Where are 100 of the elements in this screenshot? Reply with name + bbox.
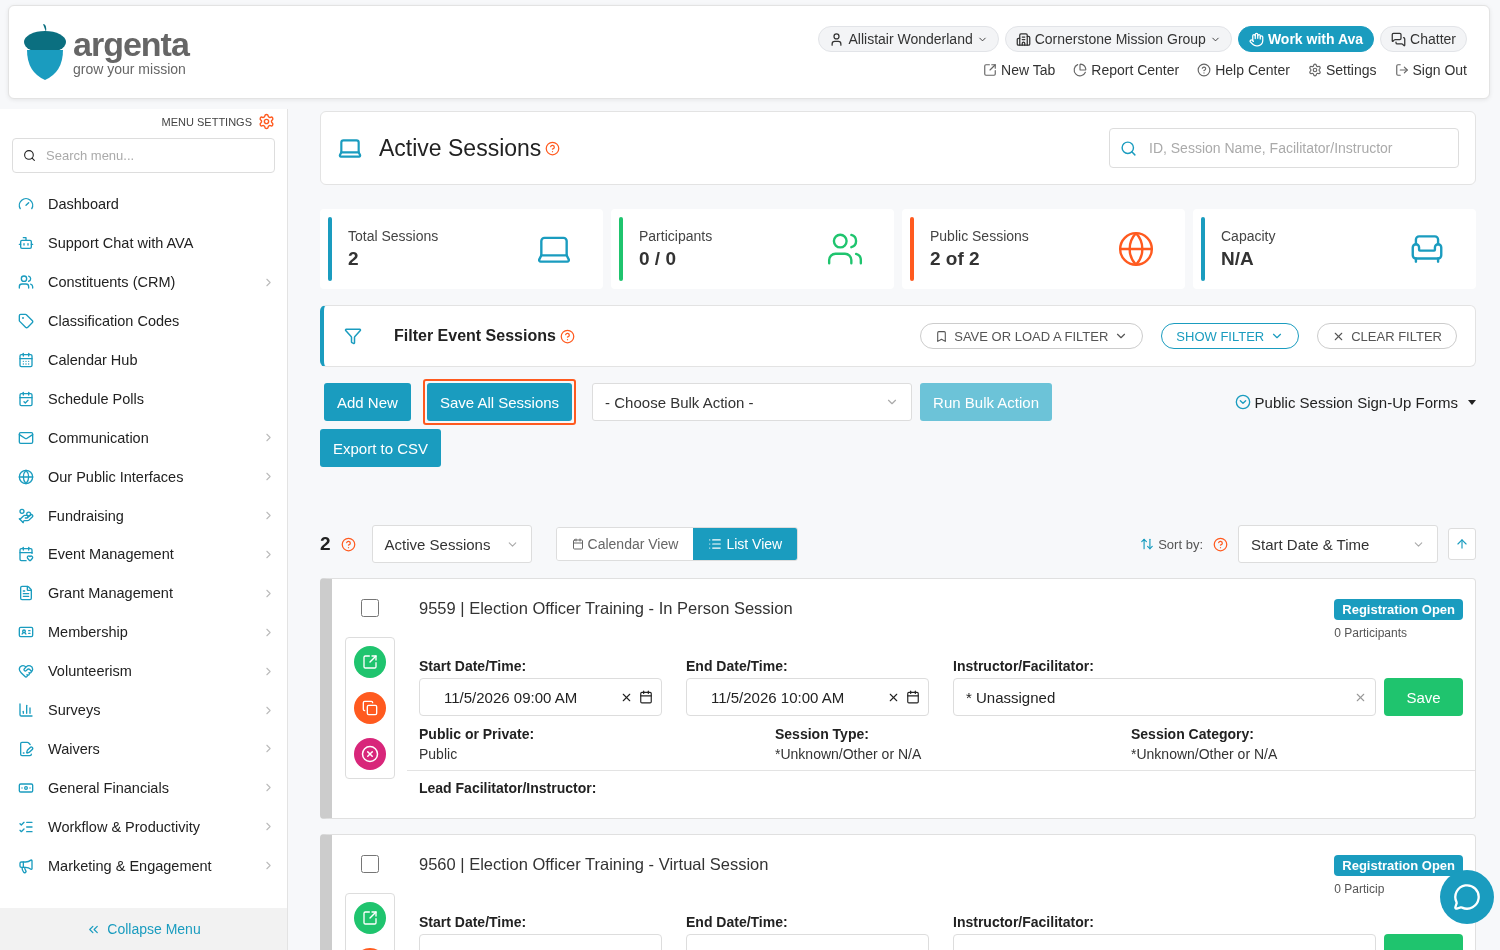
menu-icon (18, 546, 34, 563)
menu-icon (18, 390, 34, 407)
participants-count: 0 Particip (1334, 882, 1385, 896)
menu-icon (18, 274, 34, 291)
stat-label: Participants (639, 228, 714, 244)
search-field[interactable]: ID, Session Name, Facilitator/Instructor (1109, 128, 1459, 168)
sidebar-item[interactable]: Support Chat with AVA (0, 223, 287, 263)
menu-icon (18, 352, 34, 368)
user-menu[interactable]: Allistair Wonderland (818, 26, 999, 52)
pie-chart-icon (1073, 63, 1088, 77)
field-label: Instructor/Facilitator: (953, 914, 1095, 930)
chat-button[interactable]: Chatter (1380, 26, 1467, 52)
session-title: 9560 | Election Officer Training - Virtual Session (419, 855, 769, 875)
sidebar-item[interactable]: Communication (0, 418, 287, 458)
sidebar-item[interactable]: General Financials (0, 768, 287, 808)
sidebar-item[interactable]: Calendar Hub (0, 340, 287, 380)
menu-settings-label: MENU SETTINGS (161, 115, 252, 128)
help-icon[interactable] (1213, 536, 1228, 552)
help-icon[interactable] (545, 140, 561, 156)
sidebar-item[interactable]: Our Public Interfaces (0, 457, 287, 497)
field-value: *Unknown/Other or N/A (1131, 746, 1279, 762)
page-title: Active Sessions (379, 134, 542, 162)
date-field[interactable]: 11/5/2026 10:00 AM (686, 678, 929, 716)
sidebar-item[interactable]: Grant Management (0, 573, 287, 613)
header-link[interactable]: Report Center (1073, 62, 1180, 78)
help-icon[interactable] (340, 536, 356, 552)
settings-icon[interactable] (258, 113, 275, 130)
menu-icon (18, 313, 34, 330)
select-checkbox[interactable] (360, 599, 379, 617)
date-field[interactable]: 11/5/2026 09:00 AM (419, 678, 662, 716)
header-link[interactable]: Sign Out (1394, 62, 1467, 78)
session-title: 9559 | Election Officer Training - In Person Session (419, 599, 793, 619)
stat-value: 0 / 0 (639, 248, 677, 270)
sidebar-item[interactable]: Event Management (0, 535, 287, 574)
calendar-icon[interactable] (906, 690, 920, 704)
field-label: Lead Facilitator/Instructor: (419, 779, 598, 798)
header-link[interactable]: New Tab (983, 62, 1056, 78)
sort-label: Sort by: (1158, 536, 1203, 552)
stat-label: Capacity (1221, 228, 1277, 244)
field-label: Session Type: (775, 726, 870, 742)
bulk-action-select[interactable]: - Choose Bulk Action - (592, 383, 913, 421)
sidebar-item[interactable]: Volunteerism (0, 651, 287, 691)
help-icon (1197, 63, 1212, 77)
menu-icon (18, 740, 34, 757)
building-icon (1015, 31, 1031, 47)
search-icon (1120, 139, 1137, 157)
stat-value: 2 (348, 248, 360, 270)
search-input[interactable]: ID, Session Name, Facilitator/Instructor (1147, 139, 1448, 157)
cancel-button[interactable] (353, 738, 386, 770)
participants-count: 0 Participants (1334, 626, 1407, 640)
external-link-icon (361, 654, 378, 670)
bookmark-icon (935, 329, 949, 343)
search-input[interactable]: Search menu... (44, 147, 264, 164)
chevron-circle-icon (1234, 394, 1251, 410)
stat-label: Public Sessions (930, 228, 1030, 244)
header-link[interactable]: Settings (1307, 62, 1377, 78)
field-label: Start Date/Time: (419, 914, 528, 930)
sidebar-item[interactable]: Dashboard (0, 185, 287, 224)
stat-label: Total Sessions (348, 228, 440, 244)
header-link[interactable]: Help Center (1197, 62, 1290, 78)
sign-up-forms-link[interactable]: Public Session Sign-Up Forms (1234, 383, 1476, 421)
sidebar-item[interactable]: Schedule Polls (0, 379, 287, 419)
sort-icon (1140, 537, 1155, 551)
sort-select[interactable]: Start Date & Time (1238, 525, 1438, 563)
sidebar-item[interactable]: Constituents (CRM) (0, 262, 287, 302)
status-select[interactable]: Active Sessions (371, 525, 532, 563)
external-link-icon (983, 63, 998, 77)
sort-direction-button[interactable] (1448, 528, 1476, 560)
person-icon (829, 31, 845, 47)
caret-icon (1468, 399, 1476, 405)
view-tab[interactable]: Calendar View (556, 528, 694, 560)
sidebar-item[interactable]: Marketing & Engagement (0, 846, 287, 886)
calendar-icon[interactable] (639, 690, 653, 704)
instructor-select[interactable]: * Unassigned (953, 678, 1376, 716)
filter-button[interactable]: SAVE OR LOAD A FILTER (920, 323, 1144, 349)
search-field[interactable]: Search menu... (12, 138, 275, 173)
open-button[interactable] (353, 646, 386, 678)
copy-button[interactable] (353, 692, 386, 724)
sidebar-item[interactable]: Classification Codes (0, 301, 287, 341)
help-icon[interactable] (559, 328, 575, 344)
sidebar-item[interactable]: Fundraising (0, 496, 287, 535)
field-label: End Date/Time: (686, 658, 789, 674)
field-value: Public (419, 746, 459, 762)
copy-icon (361, 700, 378, 716)
status-badge: Registration Open (1334, 599, 1463, 620)
organization-menu[interactable]: Cornerstone Mission Group (1004, 26, 1232, 52)
filter-button[interactable]: CLEAR FILTER (1317, 323, 1457, 349)
chat-icon (1391, 31, 1407, 47)
sidebar-item[interactable]: Workflow & Productivity (0, 807, 287, 847)
menu-icon (18, 702, 34, 718)
select-checkbox[interactable] (360, 855, 379, 873)
menu-icon (18, 507, 34, 524)
sidebar-item[interactable]: Waivers (0, 729, 287, 769)
open-button[interactable] (353, 902, 386, 934)
session-count: 2 (320, 533, 331, 555)
sidebar-item[interactable]: Surveys (0, 690, 287, 730)
sidebar-item[interactable]: Membership (0, 612, 287, 652)
menu-icon (18, 429, 34, 446)
field-label: Start Date/Time: (419, 658, 528, 674)
menu-icon (18, 585, 34, 602)
